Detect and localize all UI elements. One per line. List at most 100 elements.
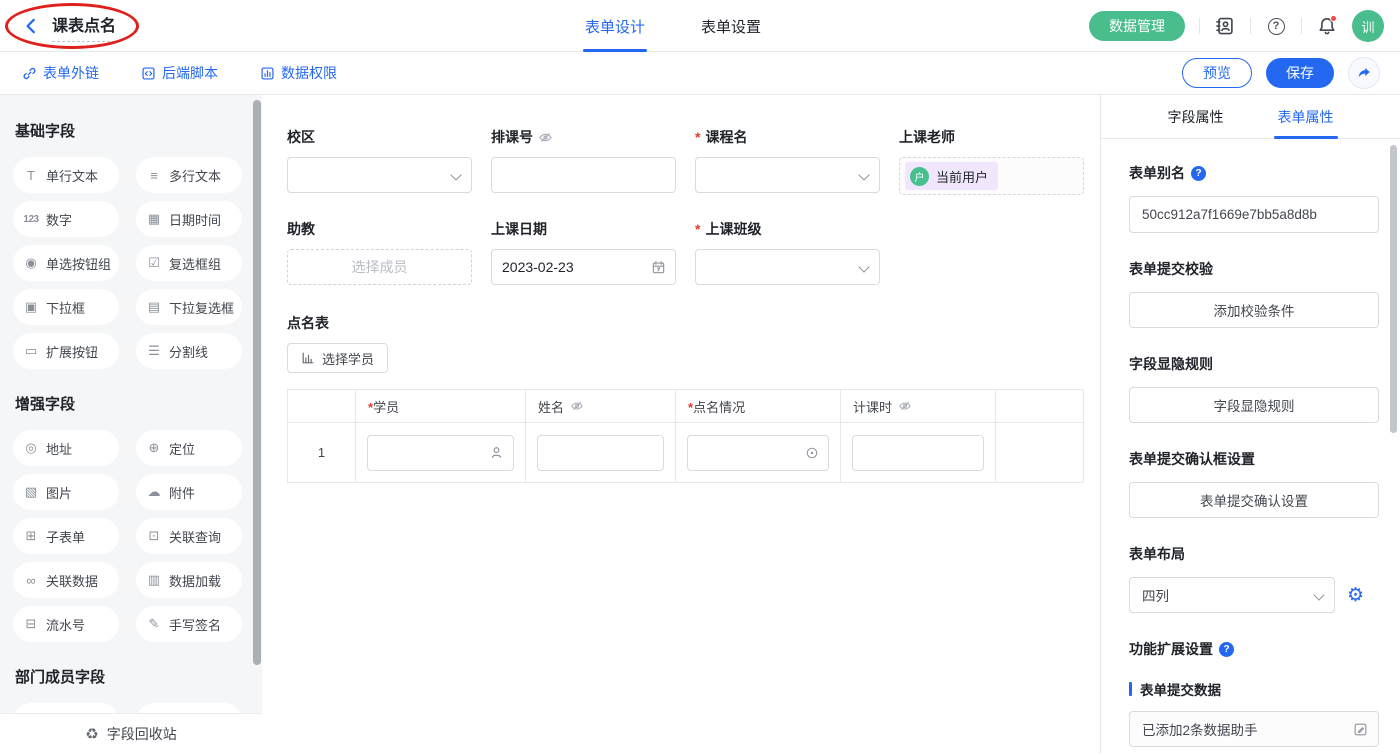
field-item-subform[interactable]: ⊞子表单 (13, 518, 119, 554)
tab-field-properties[interactable]: 字段属性 (1168, 95, 1224, 139)
subform-label: 点名表 (287, 313, 1100, 333)
field-library-sidebar: 基础字段 T单行文本 ≡多行文本 123数字 ▦日期时间 ◉单选按钮组 ☑复选框… (0, 95, 262, 754)
submit-confirm-button[interactable]: 表单提交确认设置 (1129, 482, 1379, 518)
subform-table: *学员 姓名 *点名情况 计课时 1 (287, 389, 1084, 483)
field-item-signature[interactable]: ✎手写签名 (136, 606, 242, 642)
field-teacher[interactable]: 上课老师 户 当前用户 (899, 127, 1089, 195)
field-assistant[interactable]: 助教 选择成员 (287, 219, 491, 285)
help-badge-icon[interactable]: ? (1219, 642, 1234, 657)
class-date-input[interactable]: 2023-02-23 (491, 249, 676, 285)
location-icon: ⊕ (146, 440, 162, 456)
field-item-serial-number[interactable]: ⊟流水号 (13, 606, 119, 642)
user-avatar[interactable]: 训 (1352, 10, 1384, 42)
field-item-multi-dropdown[interactable]: ▤下拉复选框 (136, 289, 242, 325)
rollcall-cell-input[interactable] (687, 435, 829, 471)
properties-panel: 字段属性 表单属性 表单别名? 表单提交校验 添加校验条件 字段显隐规则 字段显… (1100, 95, 1400, 754)
subform-icon: ⊞ (23, 528, 39, 544)
field-class-date[interactable]: 上课日期 2023-02-23 (491, 219, 695, 285)
subform-col-student: *学员 (356, 390, 526, 423)
checkbox-group-icon: ☑ (146, 255, 162, 271)
field-item-address[interactable]: ◎地址 (13, 430, 119, 466)
field-course[interactable]: *课程名 (695, 127, 899, 195)
field-campus[interactable]: 校区 (287, 127, 491, 195)
field-item-image[interactable]: ▧图片 (13, 474, 119, 510)
field-class[interactable]: *上课班级 (695, 219, 885, 285)
schedule-no-input[interactable] (491, 157, 676, 193)
divider (1199, 18, 1200, 34)
sidebar-scrollbar[interactable] (253, 100, 261, 665)
section-title-enhanced-fields: 增强字段 (15, 393, 262, 414)
image-icon: ▧ (23, 484, 39, 500)
form-toolbar: 表单外链 后端脚本 数据权限 预览 保存 (0, 52, 1400, 95)
share-arrow-icon (1356, 65, 1372, 81)
layout-gear-icon[interactable]: ⚙ (1347, 586, 1364, 605)
class-select[interactable] (695, 249, 880, 285)
field-recycle-bin[interactable]: ♻ 字段回收站 (0, 714, 262, 754)
divider (1250, 18, 1251, 34)
data-assistant-box[interactable]: 已添加2条数据助手 (1129, 711, 1379, 747)
field-item-attachment[interactable]: ☁附件 (136, 474, 242, 510)
field-item-datetime[interactable]: ▦日期时间 (136, 201, 242, 237)
field-visibility-button[interactable]: 字段显隐规则 (1129, 387, 1379, 423)
contacts-book-icon[interactable] (1214, 15, 1236, 37)
dropdown-icon: ▣ (23, 299, 39, 315)
share-button[interactable] (1348, 57, 1380, 89)
field-item-data-load[interactable]: ▥数据加载 (136, 562, 242, 598)
field-item-divider[interactable]: ☰分割线 (136, 333, 242, 369)
form-title[interactable]: 课表点名 (52, 12, 116, 39)
assistant-member-picker[interactable]: 选择成员 (287, 249, 472, 285)
course-select[interactable] (695, 157, 880, 193)
link-icon (22, 66, 37, 81)
help-icon[interactable]: ? (1265, 15, 1287, 37)
field-item-linked-query[interactable]: ⊡关联查询 (136, 518, 242, 554)
data-permission-menu[interactable]: 数据权限 (260, 63, 337, 83)
current-user-tag[interactable]: 户 当前用户 (905, 162, 998, 190)
attachment-icon: ☁ (146, 484, 162, 500)
field-item-extend-button[interactable]: ▭扩展按钮 (13, 333, 119, 369)
field-item-radio-group[interactable]: ◉单选按钮组 (13, 245, 119, 281)
field-item-number[interactable]: 123数字 (13, 201, 119, 237)
form-alias-input[interactable] (1129, 196, 1379, 233)
subform-col-rollcall: *点名情况 (676, 390, 841, 423)
section-title-basic-fields: 基础字段 (15, 120, 262, 141)
single-line-text-icon: T (23, 168, 39, 183)
notification-bell-icon[interactable] (1316, 15, 1338, 37)
rollcall-subform[interactable]: 点名表 选择学员 *学员 姓名 *点名情况 计课时 (287, 313, 1100, 483)
field-item-dropdown[interactable]: ▣下拉框 (13, 289, 119, 325)
permission-icon (260, 66, 275, 81)
campus-select[interactable] (287, 157, 472, 193)
field-item-location[interactable]: ⊕定位 (136, 430, 242, 466)
tab-form-design[interactable]: 表单设计 (585, 0, 645, 52)
save-button[interactable]: 保存 (1266, 58, 1334, 88)
back-button[interactable] (20, 15, 42, 37)
edit-icon[interactable] (1353, 722, 1368, 737)
notification-dot (1330, 15, 1337, 22)
radio-group-icon: ◉ (23, 255, 39, 271)
field-schedule-no[interactable]: 排课号 (491, 127, 695, 195)
chevron-down-icon (859, 262, 869, 272)
panel-scrollbar[interactable] (1390, 145, 1397, 433)
extend-button-icon: ▭ (23, 343, 39, 359)
backend-script-menu[interactable]: 后端脚本 (141, 63, 218, 83)
field-item-multi-line-text[interactable]: ≡多行文本 (136, 157, 242, 193)
data-manage-button[interactable]: 数据管理 (1089, 11, 1185, 41)
name-cell-input[interactable] (537, 435, 664, 471)
form-alias-label: 表单别名 (1129, 163, 1185, 183)
app-header: 课表点名 表单设计 表单设置 数据管理 ? 训 (0, 0, 1400, 52)
field-item-linked-data[interactable]: ∞关联数据 (13, 562, 119, 598)
tab-form-settings[interactable]: 表单设置 (701, 0, 761, 52)
add-validation-button[interactable]: 添加校验条件 (1129, 292, 1379, 328)
tab-form-properties[interactable]: 表单属性 (1278, 95, 1334, 139)
help-badge-icon[interactable]: ? (1191, 166, 1206, 181)
teacher-member-box[interactable]: 户 当前用户 (899, 157, 1084, 195)
person-icon (489, 445, 504, 460)
preview-button[interactable]: 预览 (1182, 58, 1252, 88)
choose-students-button[interactable]: 选择学员 (287, 343, 388, 373)
form-layout-select[interactable]: 四列 (1129, 577, 1335, 613)
field-visibility-label: 字段显隐规则 (1129, 354, 1374, 374)
external-link-menu[interactable]: 表单外链 (22, 63, 99, 83)
hours-cell-input[interactable] (852, 435, 984, 471)
student-cell-input[interactable] (367, 435, 514, 471)
field-item-checkbox-group[interactable]: ☑复选框组 (136, 245, 242, 281)
field-item-single-line-text[interactable]: T单行文本 (13, 157, 119, 193)
